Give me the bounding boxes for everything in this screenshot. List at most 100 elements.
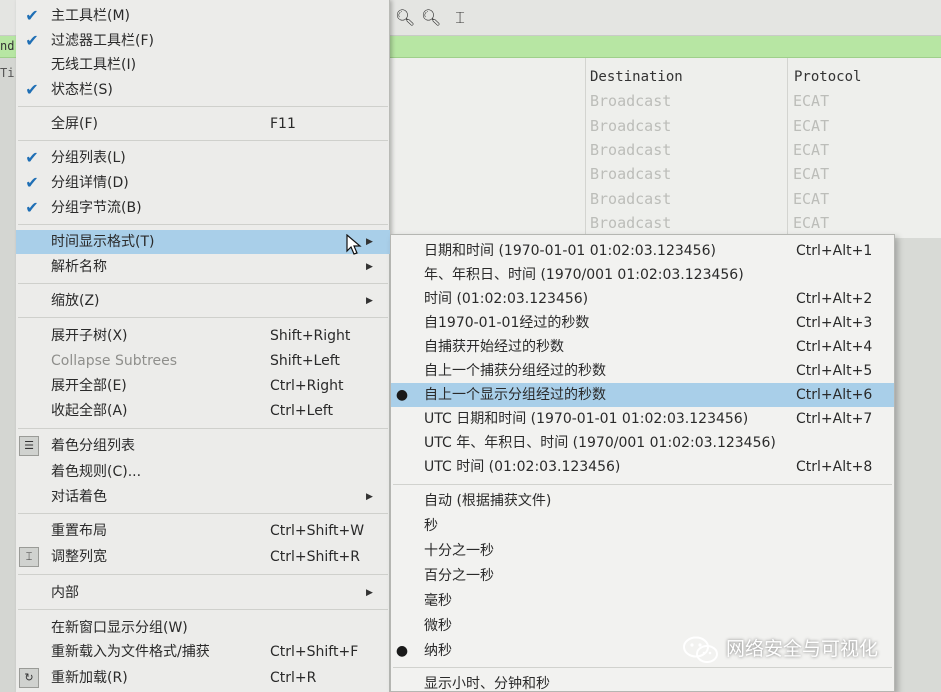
mouse-pointer-icon [346, 234, 362, 255]
submenu-item-label: 自动 (根据捕获文件) [424, 493, 552, 509]
submenu-item-shortcut: Ctrl+Alt+7 [796, 411, 873, 427]
packet-protocol-cell: ECAT [793, 117, 830, 135]
submenu-item-label: 百分之一秒 [424, 568, 494, 584]
packet-protocol-cell: ECAT [793, 92, 830, 110]
packet-destination-cell: Broadcast [590, 141, 672, 159]
menu-item-time-display-format[interactable]: 时间显示格式(T) ▶ [16, 230, 390, 254]
submenu-item-shortcut: Ctrl+Alt+2 [796, 291, 873, 307]
submenu-item-label: 十分之一秒 [424, 543, 494, 559]
menu-separator [18, 574, 388, 575]
menu-item-label: 分组详情(D) [51, 175, 129, 191]
menu-item-internals[interactable]: 内部 ▶ [16, 581, 390, 605]
submenu-item-year-doy-time[interactable]: 年、年积日、时间 (1970/001 01:02:03.123456) [391, 263, 894, 287]
menu-item-wireless-toolbar[interactable]: 无线工具栏(I) [16, 53, 390, 77]
menu-item-label: 全屏(F) [51, 116, 98, 132]
submenu-item-label: 自上一个捕获分组经过的秒数 [424, 363, 606, 379]
submenu-arrow-icon: ▶ [366, 588, 373, 598]
submenu-item-show-hms[interactable]: 显示小时、分钟和秒 [391, 672, 894, 692]
window-left-edge: Ti [0, 58, 16, 692]
menu-separator [18, 428, 388, 429]
menu-item-label: 重置布局 [51, 523, 107, 539]
menu-item-shortcut: Ctrl+Shift+W [270, 523, 365, 539]
menu-item-reload-as-file-format[interactable]: 重新载入为文件格式/捕获 Ctrl+Shift+F [16, 640, 390, 664]
submenu-item-label: 年、年积日、时间 (1970/001 01:02:03.123456) [424, 267, 744, 283]
menu-item-shortcut: Ctrl+Left [270, 403, 333, 419]
submenu-item-since-previous-displayed[interactable]: ● 自上一个显示分组经过的秒数 Ctrl+Alt+6 [391, 383, 894, 407]
menu-item-status-bar[interactable]: ✔ 状态栏(S) [16, 78, 390, 102]
submenu-item-utc-time[interactable]: UTC 时间 (01:02:03.123456) Ctrl+Alt+8 [391, 455, 894, 479]
submenu-item-shortcut: Ctrl+Alt+1 [796, 243, 873, 259]
resize-columns-icon: ⌶ [19, 547, 39, 567]
resize-columns-toolbar-icon[interactable]: ⌶ [450, 8, 470, 28]
column-separator[interactable] [585, 58, 586, 238]
submenu-arrow-icon: ▶ [366, 296, 373, 306]
submenu-item-since-previous-captured[interactable]: 自上一个捕获分组经过的秒数 Ctrl+Alt+5 [391, 359, 894, 383]
menu-item-shortcut: F11 [270, 116, 296, 132]
submenu-item-seconds-since-epoch[interactable]: 自1970-01-01经过的秒数 Ctrl+Alt+3 [391, 311, 894, 335]
menu-item-full-screen[interactable]: 全屏(F) F11 [16, 112, 390, 136]
menu-item-label: 展开子树(X) [51, 328, 128, 344]
check-icon: ✔ [25, 6, 39, 25]
packet-protocol-cell: ECAT [793, 141, 830, 159]
menu-item-resize-columns[interactable]: ⌶ 调整列宽 Ctrl+Shift+R [16, 545, 390, 569]
zoom-out-icon[interactable]: 🔍︎ [421, 8, 441, 28]
submenu-item-precision-seconds[interactable]: 秒 [391, 514, 894, 538]
menu-item-label: 过滤器工具栏(F) [51, 33, 154, 49]
menu-item-reload[interactable]: ↻ 重新加载(R) Ctrl+R [16, 666, 390, 690]
zoom-in-icon[interactable]: 🔍︎ [395, 8, 415, 28]
menu-item-main-toolbar[interactable]: ✔ 主工具栏(M) [16, 4, 390, 28]
menu-item-label: 重新载入为文件格式/捕获 [51, 644, 210, 660]
submenu-separator [393, 484, 892, 485]
submenu-item-label: UTC 日期和时间 (1970-01-01 01:02:03.123456) [424, 411, 749, 427]
submenu-item-precision-auto[interactable]: 自动 (根据捕获文件) [391, 489, 894, 513]
submenu-arrow-icon: ▶ [366, 237, 373, 247]
submenu-item-label: 秒 [424, 518, 438, 534]
submenu-item-utc-year-doy-time[interactable]: UTC 年、年积日、时间 (1970/001 01:02:03.123456) [391, 431, 894, 455]
menu-item-show-packet-new-window[interactable]: 在新窗口显示分组(W) [16, 616, 390, 640]
column-header-destination[interactable]: Destination [590, 69, 683, 85]
column-header-protocol[interactable]: Protocol [794, 69, 861, 85]
menu-item-colorize-conversation[interactable]: 对话着色 ▶ [16, 485, 390, 509]
view-menu: ✔ 主工具栏(M) ✔ 过滤器工具栏(F) 无线工具栏(I) ✔ 状态栏(S) … [16, 0, 390, 692]
menu-item-label: 状态栏(S) [51, 82, 113, 98]
menu-item-packet-list[interactable]: ✔ 分组列表(L) [16, 146, 390, 170]
menu-item-colorize-packet-list[interactable]: ☰ 着色分组列表 [16, 434, 390, 458]
menu-item-packet-details[interactable]: ✔ 分组详情(D) [16, 171, 390, 195]
submenu-item-precision-tenths[interactable]: 十分之一秒 [391, 539, 894, 563]
menu-item-label: 分组字节流(B) [51, 200, 142, 216]
wechat-logo-icon [683, 636, 718, 663]
submenu-item-time-of-day[interactable]: 时间 (01:02:03.123456) Ctrl+Alt+2 [391, 287, 894, 311]
submenu-item-label: 显示小时、分钟和秒 [424, 676, 550, 692]
menu-item-label: 主工具栏(M) [51, 8, 131, 24]
submenu-arrow-icon: ▶ [366, 492, 373, 502]
submenu-item-precision-milliseconds[interactable]: 毫秒 [391, 589, 894, 613]
menu-item-collapse-subtrees: Collapse Subtrees Shift+Left [16, 349, 390, 373]
column-separator[interactable] [787, 58, 788, 238]
submenu-item-label: 微秒 [424, 618, 452, 634]
menu-item-expand-all[interactable]: 展开全部(E) Ctrl+Right [16, 374, 390, 398]
menu-item-label: 分组列表(L) [51, 150, 126, 166]
menu-item-coloring-rules[interactable]: 着色规则(C)... [16, 460, 390, 484]
check-icon: ✔ [25, 148, 39, 167]
menu-item-filter-toolbar[interactable]: ✔ 过滤器工具栏(F) [16, 29, 390, 53]
menu-item-label: 着色规则(C)... [51, 464, 142, 480]
menu-item-label: 解析名称 [51, 259, 107, 275]
menu-item-name-resolution[interactable]: 解析名称 ▶ [16, 255, 390, 279]
reload-icon: ↻ [19, 668, 39, 688]
radio-selected-icon: ● [395, 643, 409, 659]
submenu-item-date-and-time[interactable]: 日期和时间 (1970-01-01 01:02:03.123456) Ctrl+… [391, 239, 894, 263]
menu-item-expand-subtrees[interactable]: 展开子树(X) Shift+Right [16, 324, 390, 348]
menu-item-label: 在新窗口显示分组(W) [51, 620, 188, 636]
menu-item-label: 收起全部(A) [51, 403, 128, 419]
submenu-item-utc-date-and-time[interactable]: UTC 日期和时间 (1970-01-01 01:02:03.123456) C… [391, 407, 894, 431]
menu-item-shortcut: Shift+Left [270, 353, 340, 369]
menu-item-collapse-all[interactable]: 收起全部(A) Ctrl+Left [16, 399, 390, 423]
menu-item-reset-layout[interactable]: 重置布局 Ctrl+Shift+W [16, 519, 390, 543]
submenu-item-precision-hundredths[interactable]: 百分之一秒 [391, 564, 894, 588]
menu-separator [18, 224, 388, 225]
submenu-item-seconds-since-capture-start[interactable]: 自捕获开始经过的秒数 Ctrl+Alt+4 [391, 335, 894, 359]
menu-item-zoom[interactable]: 缩放(Z) ▶ [16, 289, 390, 313]
packet-destination-cell: Broadcast [590, 214, 672, 232]
menu-item-packet-bytes[interactable]: ✔ 分组字节流(B) [16, 196, 390, 220]
menu-item-shortcut: Ctrl+Shift+R [270, 549, 360, 565]
